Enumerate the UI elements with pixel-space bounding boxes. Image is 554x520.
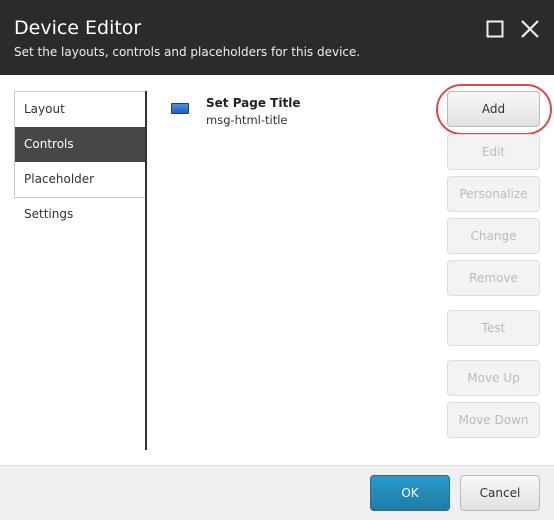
move-down-button[interactable]: Move Down — [447, 402, 540, 438]
control-id: msg-html-title — [206, 113, 288, 127]
dialog-title: Device Editor — [14, 17, 142, 39]
edit-button[interactable]: Edit — [447, 134, 540, 170]
highlight-ring — [436, 84, 552, 135]
rendering-icon — [171, 103, 189, 114]
remove-button[interactable]: Remove — [447, 260, 540, 296]
tab-placeholder-settings[interactable]: Placeholder Settings — [15, 162, 147, 221]
dialog-header: Device Editor Set the layouts, controls … — [0, 0, 554, 75]
change-button[interactable]: Change — [447, 218, 540, 254]
tab-list: Layout Controls Placeholder Settings — [14, 91, 147, 221]
tab-layout[interactable]: Layout — [15, 92, 147, 127]
control-name: Set Page Title — [206, 96, 301, 110]
test-button[interactable]: Test — [447, 310, 540, 346]
divider — [145, 91, 147, 450]
dialog-subtitle: Set the layouts, controls and placeholde… — [14, 45, 361, 59]
personalize-button[interactable]: Personalize — [447, 176, 540, 212]
move-up-button[interactable]: Move Up — [447, 360, 540, 396]
cancel-button[interactable]: Cancel — [460, 475, 540, 511]
close-icon[interactable] — [521, 20, 539, 38]
ok-button[interactable]: OK — [370, 475, 450, 511]
dialog-footer: OK Cancel — [0, 465, 554, 520]
tab-controls[interactable]: Controls — [15, 127, 147, 162]
maximize-icon[interactable] — [486, 20, 504, 38]
